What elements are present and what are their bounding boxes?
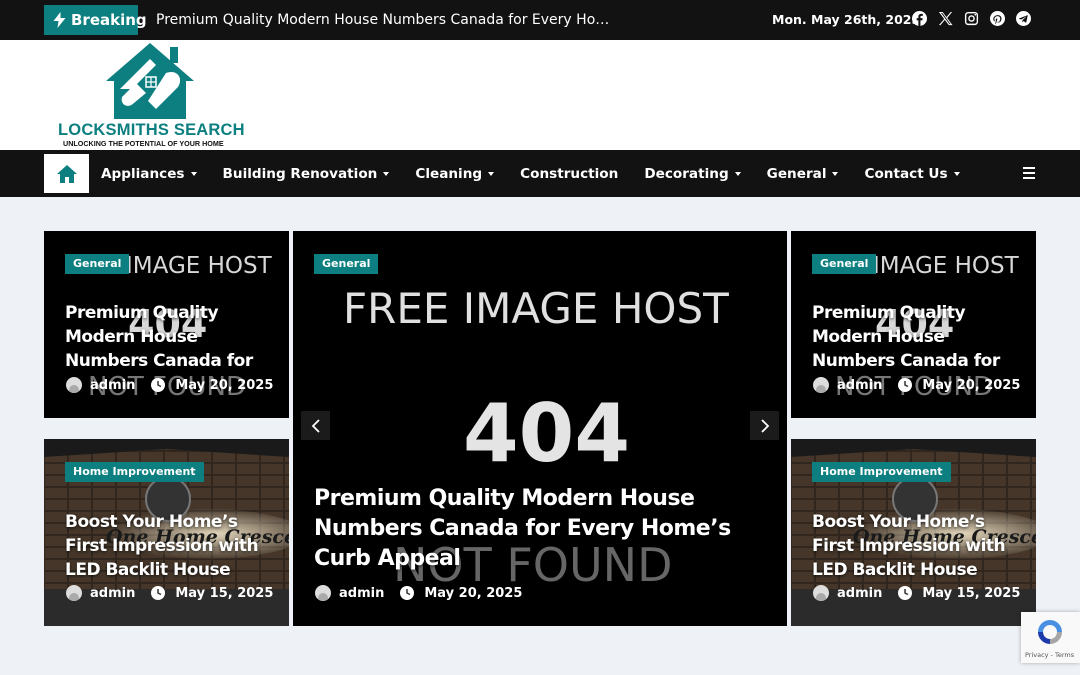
post-meta: admin May 20, 2025 (66, 377, 273, 393)
nav-item-label: Construction (520, 165, 619, 182)
post-date[interactable]: May 15, 2025 (175, 586, 273, 601)
slider-next-button[interactable] (750, 411, 779, 440)
nav-item-decorating[interactable]: Decorating (644, 165, 741, 182)
clock-icon (898, 378, 913, 392)
recaptcha-icon (1038, 620, 1062, 644)
post-date[interactable]: May 20, 2025 (175, 378, 273, 393)
author-avatar-icon (66, 585, 82, 601)
post-date[interactable]: May 20, 2025 (424, 586, 522, 601)
caret-down-icon (832, 171, 839, 176)
facebook-icon[interactable] (912, 11, 927, 26)
nav-item-label: Building Renovation (222, 165, 378, 182)
post-author[interactable]: admin (90, 586, 135, 601)
caret-down-icon (488, 171, 495, 176)
category-badge[interactable]: General (65, 254, 130, 274)
post-date[interactable]: May 15, 2025 (922, 586, 1020, 601)
pinterest-icon[interactable] (990, 11, 1005, 26)
home-icon (56, 164, 77, 183)
breaking-badge: Breaking (44, 5, 147, 35)
main-navigation: Appliances Building Renovation Cleaning … (0, 150, 1080, 197)
nav-item-label: Appliances (101, 165, 185, 182)
author-avatar-icon (813, 585, 829, 601)
post-card-left-top[interactable]: IMAGE HOST 404 NOT FOUND General Premium… (44, 231, 289, 418)
recaptcha-links[interactable]: Privacy - Terms (1025, 651, 1074, 659)
post-card-right-top[interactable]: IMAGE HOST 404 NOT FOUND General Premium… (791, 231, 1036, 418)
site-header: LOCKSMITHS SEARCH UNLOCKING THE POTENTIA… (0, 40, 1080, 150)
current-date: Mon. May 26th, 2025 (772, 12, 921, 27)
nav-menu: Appliances Building Renovation Cleaning … (101, 150, 986, 197)
author-avatar-icon (66, 377, 82, 393)
image-host-text: IMAGE HOST (126, 253, 273, 279)
post-author[interactable]: admin (837, 378, 882, 393)
breaking-label: Breaking (71, 11, 147, 29)
post-meta: admin May 20, 2025 (813, 377, 1020, 393)
nav-item-appliances[interactable]: Appliances (101, 166, 197, 182)
nav-item-building-renovation[interactable]: Building Renovation (223, 166, 390, 182)
category-badge[interactable]: General (812, 254, 877, 274)
image-host-text: FREE IMAGE HOST (343, 284, 729, 333)
caret-down-icon (953, 171, 960, 176)
caret-down-icon (190, 171, 197, 176)
house-key-logo-icon (106, 43, 194, 119)
featured-post-slider[interactable]: FREE IMAGE HOST 404 NOT FOUND General Pr… (293, 231, 787, 626)
caret-down-icon (734, 171, 741, 176)
post-card-right-bottom[interactable]: One Home Crescent Home Improvement Boost… (791, 439, 1036, 626)
slider-prev-button[interactable] (301, 411, 330, 440)
caret-down-icon (383, 171, 390, 176)
post-meta: admin May 15, 2025 (813, 585, 1020, 601)
social-links (912, 11, 1031, 26)
top-bar: Breaking Premium Quality Modern House Nu… (0, 0, 1080, 40)
nav-item-label: General (766, 165, 827, 182)
instagram-icon[interactable] (964, 11, 979, 26)
clock-icon (400, 586, 415, 600)
post-date[interactable]: May 20, 2025 (922, 378, 1020, 393)
category-badge[interactable]: General (314, 254, 379, 274)
post-title[interactable]: Boost Your Home’s First Impression with … (65, 510, 270, 582)
post-title[interactable]: Premium Quality Modern House Numbers Can… (314, 484, 774, 574)
nav-item-general[interactable]: General (767, 166, 839, 182)
telegram-icon[interactable] (1016, 11, 1031, 26)
x-twitter-icon[interactable] (938, 11, 953, 26)
author-avatar-icon (813, 377, 829, 393)
post-title[interactable]: Premium Quality Modern House Numbers Can… (65, 301, 270, 373)
nav-item-label: Cleaning (415, 165, 483, 182)
recaptcha-badge[interactable]: Privacy - Terms (1021, 612, 1080, 663)
hamburger-menu-icon[interactable] (1023, 167, 1035, 179)
author-avatar-icon (315, 585, 331, 601)
clock-icon (151, 378, 166, 392)
post-author[interactable]: admin (90, 378, 135, 393)
category-badge[interactable]: Home Improvement (812, 462, 951, 482)
post-author[interactable]: admin (339, 586, 384, 601)
clock-icon (151, 586, 166, 600)
image-host-text: IMAGE HOST (873, 253, 1020, 279)
nav-item-contact-us[interactable]: Contact Us (864, 165, 960, 182)
chevron-right-icon (760, 418, 769, 433)
post-meta: admin May 20, 2025 (315, 585, 522, 601)
logo-tagline: UNLOCKING THE POTENTIAL OF YOUR HOME (63, 139, 224, 148)
clock-icon (898, 586, 913, 600)
category-badge[interactable]: Home Improvement (65, 462, 204, 482)
post-meta: admin May 15, 2025 (66, 585, 273, 601)
image-404-text: 404 (463, 387, 630, 480)
post-title[interactable]: Premium Quality Modern House Numbers Can… (812, 301, 1017, 373)
breaking-ticker-link[interactable]: Premium Quality Modern House Numbers Can… (156, 0, 616, 40)
post-title[interactable]: Boost Your Home’s First Impression with … (812, 510, 1017, 582)
nav-item-construction[interactable]: Construction (520, 166, 618, 182)
lightning-icon (53, 12, 66, 28)
chevron-left-icon (311, 418, 320, 433)
nav-item-cleaning[interactable]: Cleaning (415, 165, 495, 182)
post-card-left-bottom[interactable]: One Home Crescent Home Improvement Boost… (44, 439, 289, 626)
post-author[interactable]: admin (837, 586, 882, 601)
nav-item-label: Contact Us (864, 165, 948, 182)
home-button[interactable] (44, 154, 89, 193)
nav-item-label: Decorating (644, 165, 729, 182)
site-logo[interactable]: LOCKSMITHS SEARCH UNLOCKING THE POTENTIA… (56, 43, 246, 149)
logo-name: LOCKSMITHS SEARCH (58, 121, 245, 139)
